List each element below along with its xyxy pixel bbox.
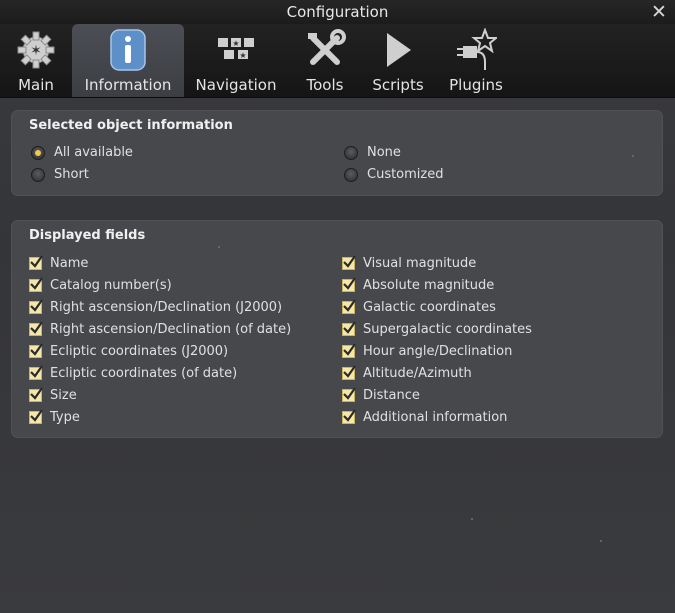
checkbox-label: Distance: [363, 388, 420, 403]
checkbox-label: Catalog number(s): [50, 278, 172, 293]
field-checkbox-row[interactable]: Distance: [342, 387, 420, 403]
checkbox[interactable]: [342, 343, 356, 358]
close-button[interactable]: ✕: [649, 2, 669, 22]
background-star: [218, 246, 220, 248]
radio-label: All available: [54, 145, 133, 160]
close-icon: ✕: [651, 1, 667, 23]
tab-tools-label: Tools: [306, 76, 344, 94]
checkbox-label: Additional information: [363, 410, 508, 425]
plugin-icon: [454, 28, 498, 72]
checkbox[interactable]: [342, 299, 356, 314]
checkbox-label: Type: [50, 410, 80, 425]
radio-customized[interactable]: Customized: [344, 167, 444, 182]
displayed-fields-title: Displayed fields: [29, 228, 146, 243]
field-checkbox-row[interactable]: Right ascension/Declination (J2000): [29, 299, 283, 315]
checkbox-label: Absolute magnitude: [363, 278, 495, 293]
tools-icon: [303, 28, 347, 72]
field-checkbox-row[interactable]: Hour angle/Declination: [342, 343, 513, 359]
field-checkbox-row[interactable]: Additional information: [342, 409, 508, 425]
checkbox[interactable]: [342, 365, 356, 380]
tab-information[interactable]: Information: [72, 24, 184, 97]
field-checkbox-row[interactable]: Galactic coordinates: [342, 299, 496, 315]
radio-label: Short: [54, 167, 89, 182]
background-star: [471, 518, 473, 520]
configuration-window: Configuration ✕ ✶ Main Information ★ ★ N…: [0, 0, 675, 613]
tab-scripts-label: Scripts: [372, 76, 424, 94]
displayed-fields-panel: Displayed fields Name Catalog number(s) Ri…: [11, 220, 663, 438]
radio-label: Customized: [367, 167, 444, 182]
field-checkbox-row[interactable]: Type: [29, 409, 80, 425]
radio-all-available[interactable]: All available: [31, 145, 133, 160]
checkbox-label: Galactic coordinates: [363, 300, 496, 315]
field-checkbox-row[interactable]: Ecliptic coordinates (of date): [29, 365, 238, 381]
checkbox[interactable]: [342, 387, 356, 402]
tab-plugins-label: Plugins: [449, 76, 503, 94]
field-checkbox-row[interactable]: Ecliptic coordinates (J2000): [29, 343, 229, 359]
checkbox-label: Right ascension/Declination (J2000): [50, 300, 283, 315]
tab-main-label: Main: [18, 76, 54, 94]
radio-indicator[interactable]: [344, 167, 358, 182]
checkbox[interactable]: [29, 409, 43, 424]
checkbox-label: Visual magnitude: [363, 256, 477, 271]
checkbox-label: Hour angle/Declination: [363, 344, 513, 359]
tab-bar: ✶ Main Information ★ ★ Navigation Tools …: [0, 24, 675, 98]
tab-information-label: Information: [84, 76, 172, 94]
background-star: [600, 540, 602, 542]
checkbox[interactable]: [29, 321, 43, 336]
radio-indicator[interactable]: [344, 145, 358, 160]
field-checkbox-row[interactable]: Size: [29, 387, 77, 403]
checkbox-label: Name: [50, 256, 89, 271]
checkbox[interactable]: [342, 409, 356, 424]
tab-tools[interactable]: Tools: [298, 24, 352, 97]
field-checkbox-row[interactable]: Right ascension/Declination (of date): [29, 321, 292, 337]
field-checkbox-row[interactable]: Catalog number(s): [29, 277, 172, 293]
play-icon: [376, 28, 420, 72]
radio-none[interactable]: None: [344, 145, 401, 160]
title-bar[interactable]: Configuration ✕: [0, 0, 675, 24]
checkbox[interactable]: [342, 321, 356, 336]
checkbox[interactable]: [29, 255, 43, 270]
field-checkbox-row[interactable]: Visual magnitude: [342, 255, 477, 271]
navigation-icon: ★ ★: [214, 28, 258, 72]
radio-indicator[interactable]: [31, 167, 45, 182]
radio-indicator[interactable]: [31, 145, 45, 160]
checkbox[interactable]: [342, 277, 356, 292]
svg-text:★: ★: [239, 51, 246, 60]
radio-short[interactable]: Short: [31, 167, 89, 182]
gear-icon: ✶: [14, 28, 58, 72]
checkbox[interactable]: [342, 255, 356, 270]
svg-text:★: ★: [232, 39, 239, 48]
checkbox[interactable]: [29, 299, 43, 314]
selected-object-info-title: Selected object information: [29, 118, 233, 133]
field-checkbox-row[interactable]: Absolute magnitude: [342, 277, 495, 293]
field-checkbox-row[interactable]: Supergalactic coordinates: [342, 321, 532, 337]
info-icon: [106, 28, 150, 72]
checkbox-label: Ecliptic coordinates (J2000): [50, 344, 229, 359]
checkbox-label: Supergalactic coordinates: [363, 322, 532, 337]
checkbox[interactable]: [29, 387, 43, 402]
checkbox[interactable]: [29, 277, 43, 292]
checkbox-label: Ecliptic coordinates (of date): [50, 366, 238, 381]
field-checkbox-row[interactable]: Name: [29, 255, 89, 271]
window-title: Configuration: [286, 3, 389, 21]
tab-plugins[interactable]: Plugins: [442, 24, 510, 97]
checkbox-label: Size: [50, 388, 77, 403]
checkbox[interactable]: [29, 343, 43, 358]
background-star: [632, 155, 634, 157]
radio-label: None: [367, 145, 401, 160]
tab-navigation-label: Navigation: [195, 76, 277, 94]
selected-object-info-panel: Selected object information All availabl…: [11, 110, 663, 196]
checkbox-label: Altitude/Azimuth: [363, 366, 472, 381]
tab-main[interactable]: ✶ Main: [8, 24, 64, 97]
tab-navigation[interactable]: ★ ★ Navigation: [192, 24, 280, 97]
tab-scripts[interactable]: Scripts: [366, 24, 430, 97]
checkbox[interactable]: [29, 365, 43, 380]
svg-text:✶: ✶: [30, 43, 42, 59]
field-checkbox-row[interactable]: Altitude/Azimuth: [342, 365, 472, 381]
checkbox-label: Right ascension/Declination (of date): [50, 322, 292, 337]
